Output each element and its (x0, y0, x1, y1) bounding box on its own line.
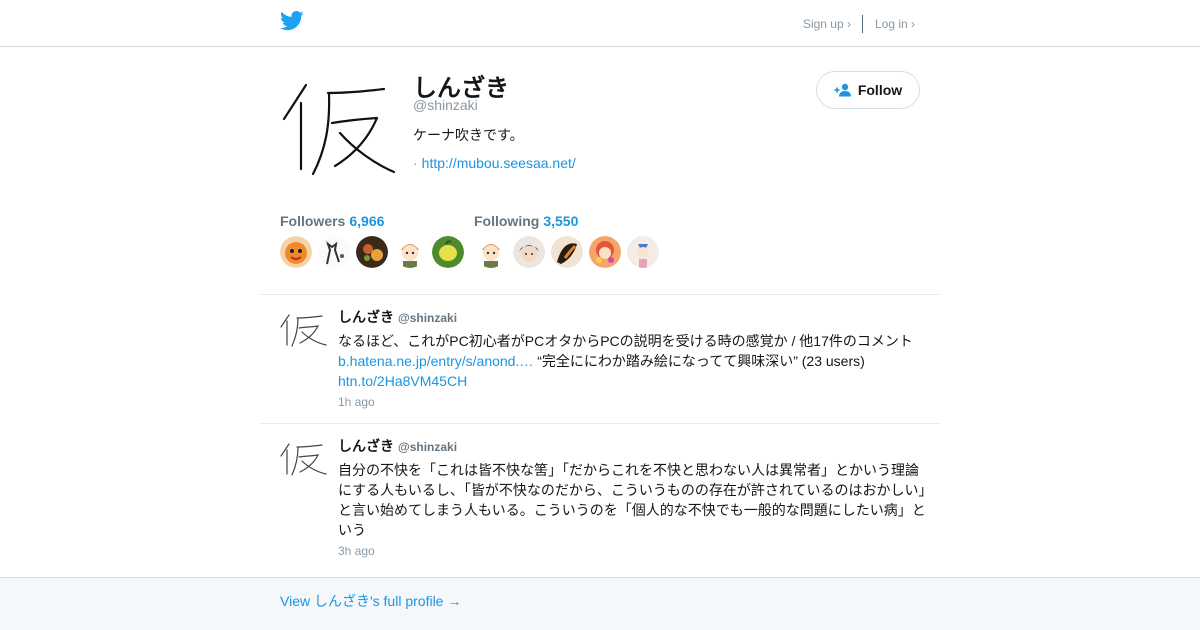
profile-bio: ケーナ吹きです。 (413, 127, 524, 143)
following-avatar[interactable] (551, 236, 583, 268)
follower-avatar[interactable] (394, 236, 426, 268)
footer: View しんざき's full profile → (0, 577, 1200, 630)
tweet-text-body: “完全ににわか踏み絵になってて興味深い” (23 users) (533, 353, 865, 369)
followers-stat[interactable]: Followers 6,966 (280, 213, 384, 231)
follower-avatar[interactable] (318, 236, 350, 268)
top-bar: Sign up › Log in › (0, 0, 1200, 47)
tweet-timestamp[interactable]: 3h ago (338, 544, 375, 558)
following-avatars (475, 236, 665, 268)
followers-avatars (280, 236, 470, 268)
following-avatar[interactable] (589, 236, 621, 268)
tweet-avatar[interactable] (280, 438, 328, 478)
tweet-avatar[interactable] (280, 309, 328, 349)
tweet[interactable]: しんざき @shinzaki なるほど、これがPC初心者がPCオタからPCの説明を… (260, 295, 940, 423)
twitter-bird-icon[interactable] (280, 11, 304, 31)
profile-url-link[interactable]: http://mubou.seesaa.net/ (422, 155, 576, 171)
tweet-text: 自分の不快を「これは皆不快な筈」「だからこれを不快と思わない人は異常者」とかいう… (338, 462, 926, 538)
follow-person-plus-icon (834, 83, 851, 97)
following-label: Following (474, 213, 540, 229)
following-stat[interactable]: Following 3,550 (474, 213, 578, 231)
tweet-author-handle: @shinzaki (398, 440, 458, 454)
follow-button[interactable]: Follow (816, 71, 920, 109)
tweet-text-body: なるほど、これがPC初心者がPCオタからPCの説明を受ける時の感覚か / 他17… (338, 333, 913, 349)
following-avatar[interactable] (627, 236, 659, 268)
tweet-author[interactable]: しんざき @shinzaki (338, 436, 457, 456)
tweet-short-link[interactable]: htn.to/2Ha8VM45CH (338, 373, 467, 389)
tweet-author-name: しんざき (338, 438, 394, 454)
following-avatar[interactable] (513, 236, 545, 268)
top-nav: Sign up › Log in › (803, 15, 915, 33)
follower-avatar[interactable] (432, 236, 464, 268)
profile-handle: @shinzaki (413, 97, 478, 113)
profile-url-row: · http://mubou.seesaa.net/ (413, 155, 576, 171)
profile-avatar[interactable] (280, 69, 397, 186)
follow-button-label: Follow (857, 82, 903, 98)
following-avatar[interactable] (475, 236, 507, 268)
tweet-timestamp[interactable]: 1h ago (338, 395, 375, 409)
tweet[interactable]: しんざき @shinzaki 自分の不快を「これは皆不快な筈」「だからこれを不快と… (260, 424, 940, 577)
signup-link[interactable]: Sign up › (803, 17, 851, 31)
nav-divider (861, 15, 863, 33)
view-full-profile-link[interactable]: View しんざき's full profile → (280, 591, 461, 611)
tweet-link[interactable]: b.hatena.ne.jp/entry/s/anond.… (338, 353, 533, 369)
tweet-text: なるほど、これがPC初心者がPCオタからPCの説明を受ける時の感覚か / 他17… (338, 331, 928, 391)
tweet-author-handle: @shinzaki (398, 311, 458, 325)
follower-avatar[interactable] (356, 236, 388, 268)
follower-avatar[interactable] (280, 236, 312, 268)
followers-count: 6,966 (349, 213, 385, 229)
tweet-author[interactable]: しんざき @shinzaki (338, 307, 457, 327)
tweet-author-name: しんざき (338, 309, 394, 325)
followers-label: Followers (280, 213, 346, 229)
login-link[interactable]: Log in › (875, 17, 915, 31)
following-count: 3,550 (543, 213, 579, 229)
url-prefix: · (413, 155, 418, 171)
